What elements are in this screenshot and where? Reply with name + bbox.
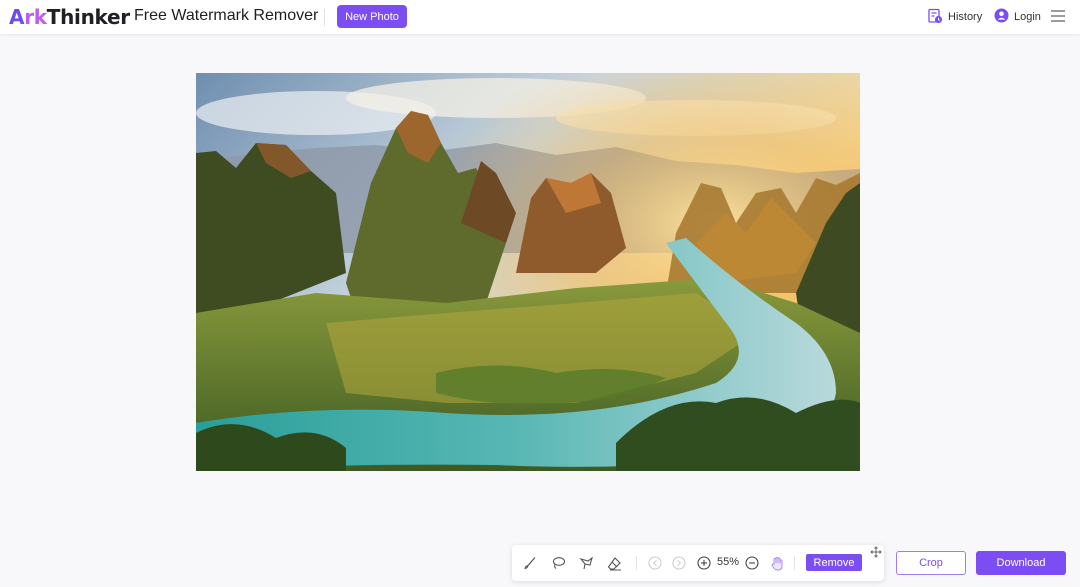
eraser-icon[interactable] bbox=[605, 554, 623, 572]
logo-letter-a: A bbox=[9, 5, 25, 29]
zoom-out-icon[interactable] bbox=[743, 554, 761, 572]
download-button[interactable]: Download bbox=[976, 551, 1066, 575]
hand-icon[interactable] bbox=[768, 554, 786, 572]
login-link[interactable]: Login bbox=[994, 8, 1041, 26]
arkthinker-logo[interactable]: Ark Thinker bbox=[9, 5, 130, 29]
toolbar-divider bbox=[636, 556, 637, 570]
zoom-level: 55% bbox=[717, 556, 740, 568]
logo-letters-thinker: Thinker bbox=[46, 5, 130, 29]
user-icon bbox=[994, 8, 1009, 26]
brush-icon[interactable] bbox=[521, 554, 539, 572]
login-label: Login bbox=[1014, 11, 1041, 23]
header-divider bbox=[324, 9, 325, 26]
hamburger-menu-icon[interactable] bbox=[1051, 10, 1065, 22]
history-icon bbox=[927, 8, 943, 27]
app-title: Free Watermark Remover bbox=[134, 7, 319, 24]
undo-icon[interactable] bbox=[646, 554, 664, 572]
crop-button[interactable]: Crop bbox=[896, 551, 966, 575]
toolbar-divider bbox=[794, 556, 795, 570]
top-header: Ark Thinker Free Watermark Remover New Ph… bbox=[0, 0, 1080, 34]
polygon-lasso-icon[interactable] bbox=[577, 554, 595, 572]
history-label: History bbox=[948, 11, 983, 23]
zoom-in-icon[interactable] bbox=[695, 554, 713, 572]
history-link[interactable]: History bbox=[927, 8, 982, 26]
logo-letters-rk: rk bbox=[24, 5, 47, 29]
remove-button[interactable]: Remove bbox=[806, 554, 862, 571]
editable-photo[interactable] bbox=[196, 73, 860, 471]
redo-icon[interactable] bbox=[670, 554, 688, 572]
new-photo-button[interactable]: New Photo bbox=[337, 5, 407, 28]
move-toolbar-icon[interactable] bbox=[870, 545, 882, 558]
lasso-icon[interactable] bbox=[549, 554, 567, 572]
